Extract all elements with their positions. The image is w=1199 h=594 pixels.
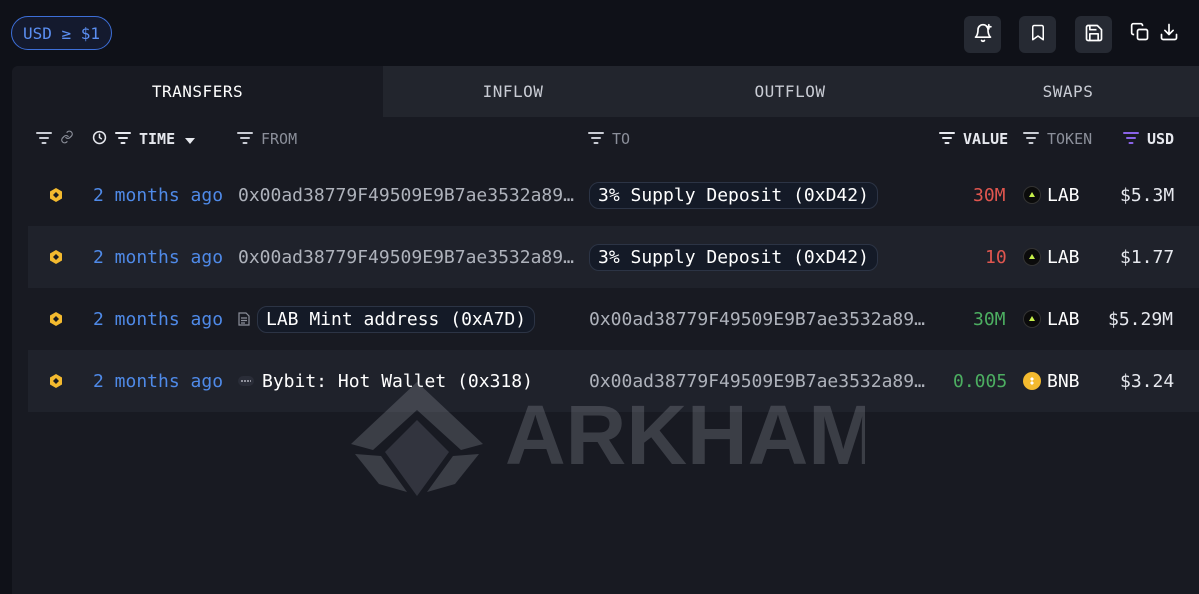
time-cell[interactable]: 2 months ago <box>93 288 223 350</box>
usd-cell: $1.77 <box>1120 246 1175 268</box>
download-button[interactable] <box>1157 22 1181 46</box>
chain-bnb-icon <box>48 288 64 350</box>
value-cell: 0.005 <box>953 370 1008 392</box>
column-token[interactable]: TOKEN <box>1023 117 1092 161</box>
from-address[interactable]: 0x00ad38779F49509E9B7ae3532a89… <box>238 164 574 226</box>
tab-outflow[interactable]: OUTFLOW <box>643 66 937 117</box>
tab-bar: TRANSFERS INFLOW OUTFLOW SWAPS <box>12 66 1199 117</box>
bybit-logo-icon <box>238 376 254 386</box>
value-cell: 30M <box>973 184 1006 206</box>
token-cell[interactable]: LAB <box>1023 226 1080 288</box>
token-symbol: BNB <box>1047 370 1080 392</box>
link-icon <box>60 130 82 148</box>
lab-token-icon <box>1023 310 1041 328</box>
table-row[interactable]: 2 months ago 0x00ad38779F49509E9B7ae3532… <box>28 226 1199 288</box>
value-cell: 30M <box>973 308 1006 330</box>
time-cell[interactable]: 2 months ago <box>93 164 223 226</box>
column-to-label: TO <box>612 130 631 148</box>
token-cell[interactable]: BNB <box>1023 350 1080 412</box>
column-time-label: TIME <box>139 130 176 148</box>
tab-transfers[interactable]: TRANSFERS <box>12 66 383 117</box>
column-usd-label: USD <box>1147 130 1175 148</box>
watermark-text: ARKHAM <box>505 388 865 482</box>
filter-icon <box>939 130 963 148</box>
column-from-label: FROM <box>261 130 298 148</box>
bookmark-icon <box>1029 23 1047 47</box>
filter-icon <box>115 130 139 148</box>
token-symbol: LAB <box>1047 184 1080 206</box>
value-cell: 10 <box>985 246 1007 268</box>
chain-bnb-icon <box>48 164 64 226</box>
sort-down-icon <box>185 130 203 148</box>
filter-active-icon <box>1123 130 1147 148</box>
token-cell[interactable]: LAB <box>1023 288 1080 350</box>
top-bar: USD ≥ $1 <box>0 0 1199 66</box>
time-cell[interactable]: 2 months ago <box>93 350 223 412</box>
bell-plus-icon <box>973 23 993 47</box>
clock-icon <box>92 130 115 149</box>
filter-icon <box>1023 130 1047 148</box>
document-icon <box>238 312 250 326</box>
filter-icon <box>36 130 60 148</box>
entity-chip[interactable]: 3% Supply Deposit (0xD42) <box>589 243 878 271</box>
usd-cell: $5.3M <box>1120 184 1175 206</box>
column-to[interactable]: TO <box>588 117 630 161</box>
column-value-label: VALUE <box>963 130 1009 148</box>
time-cell[interactable]: 2 months ago <box>93 226 223 288</box>
to-entity[interactable]: 3% Supply Deposit (0xD42) <box>589 164 878 226</box>
filter-icon <box>588 130 612 148</box>
table-row[interactable]: 2 months ago LAB Mint address (0xA7D) 0x… <box>28 288 1199 350</box>
column-usd[interactable]: USD <box>1123 117 1174 161</box>
table-row[interactable]: 2 months ago 0x00ad38779F49509E9B7ae3532… <box>28 164 1199 226</box>
arkham-logo-icon <box>351 382 483 496</box>
lab-token-icon <box>1023 248 1041 266</box>
download-icon <box>1159 22 1179 46</box>
token-cell[interactable]: LAB <box>1023 164 1080 226</box>
lab-token-icon <box>1023 186 1041 204</box>
alert-button[interactable] <box>964 16 1001 53</box>
token-symbol: LAB <box>1047 308 1080 330</box>
usd-cell: $5.29M <box>1108 308 1174 330</box>
from-entity[interactable]: LAB Mint address (0xA7D) <box>238 288 536 350</box>
entity-chip[interactable]: LAB Mint address (0xA7D) <box>257 305 536 333</box>
transfers-panel: TRANSFERS INFLOW OUTFLOW SWAPS TIME FROM… <box>12 66 1199 594</box>
bnb-token-icon <box>1023 372 1041 390</box>
from-address[interactable]: 0x00ad38779F49509E9B7ae3532a89… <box>238 226 574 288</box>
to-address[interactable]: 0x00ad38779F49509E9B7ae3532a89… <box>589 288 925 350</box>
table-header: TIME FROM TO VALUE TOKEN USD <box>12 117 1199 161</box>
bookmark-button[interactable] <box>1019 16 1056 53</box>
tab-inflow[interactable]: INFLOW <box>383 66 643 117</box>
copy-button[interactable] <box>1128 22 1152 46</box>
save-icon <box>1084 23 1104 47</box>
arkham-watermark: ARKHAM <box>345 374 878 498</box>
entity-chip[interactable]: 3% Supply Deposit (0xD42) <box>589 181 878 209</box>
usd-filter-pill[interactable]: USD ≥ $1 <box>11 16 113 50</box>
tab-swaps[interactable]: SWAPS <box>937 66 1199 117</box>
token-symbol: LAB <box>1047 246 1080 268</box>
save-button[interactable] <box>1075 16 1112 53</box>
column-value[interactable]: VALUE <box>939 117 1008 161</box>
chain-bnb-icon <box>48 226 64 288</box>
to-entity[interactable]: 3% Supply Deposit (0xD42) <box>589 226 878 288</box>
column-time[interactable]: TIME <box>92 117 203 161</box>
filter-icon <box>237 130 261 148</box>
chain-bnb-icon <box>48 350 64 412</box>
column-from[interactable]: FROM <box>237 117 297 161</box>
copy-icon <box>1130 22 1150 46</box>
column-filter-link[interactable] <box>36 117 82 161</box>
column-token-label: TOKEN <box>1047 130 1093 148</box>
usd-cell: $3.24 <box>1120 370 1175 392</box>
